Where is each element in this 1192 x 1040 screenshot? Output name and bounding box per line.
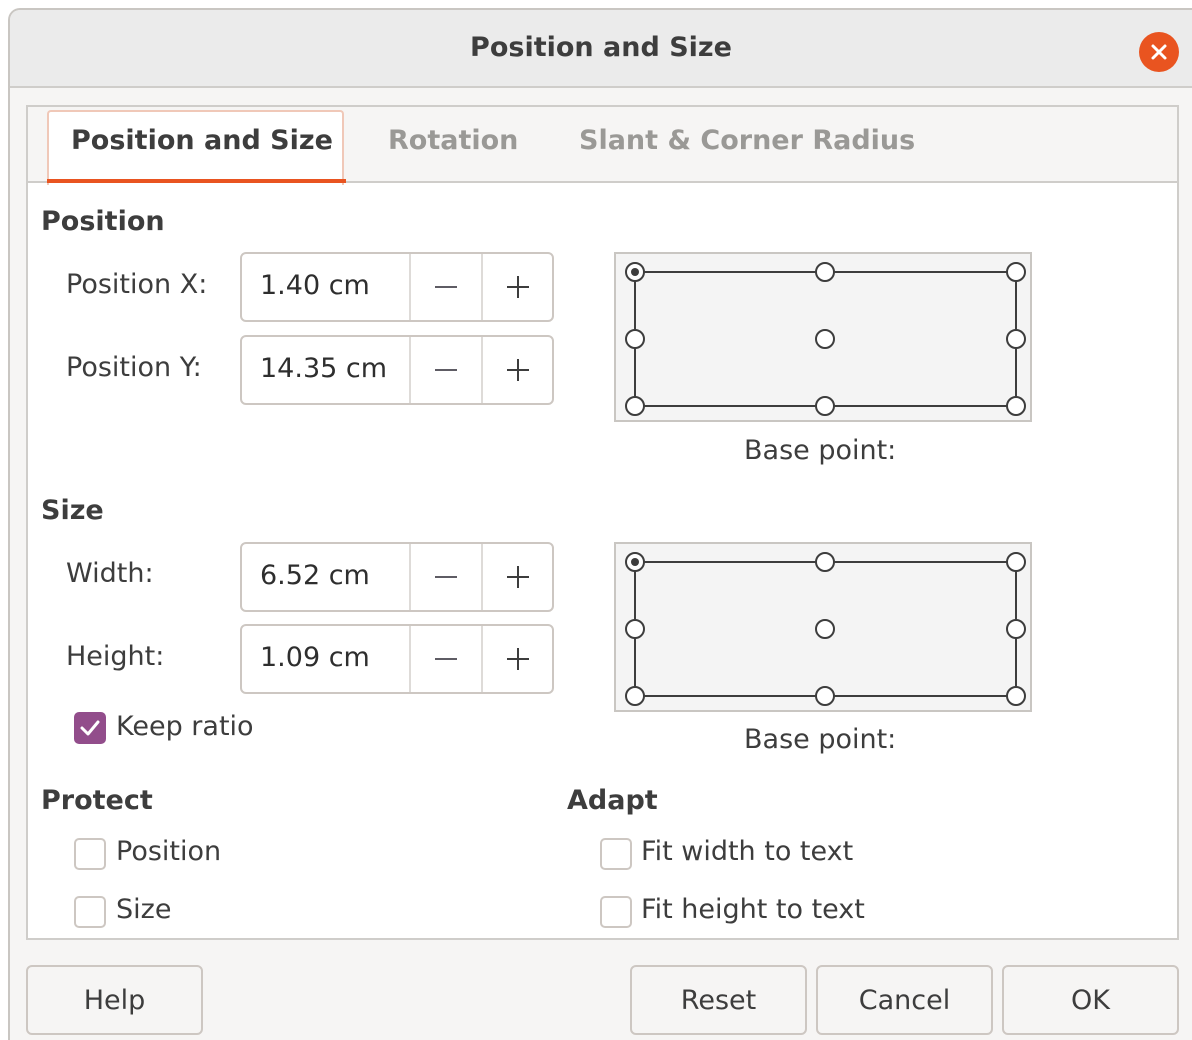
base-point-top-right[interactable] xyxy=(1006,262,1026,282)
base-point-selected-dot xyxy=(631,558,639,566)
size-base-point-label: Base point: xyxy=(744,724,897,755)
ok-button[interactable]: OK xyxy=(1002,965,1179,1035)
reset-button[interactable]: Reset xyxy=(630,965,807,1035)
base-point-top-right[interactable] xyxy=(1006,552,1026,572)
help-button[interactable]: Help xyxy=(26,965,203,1035)
fit-width-label[interactable]: Fit width to text xyxy=(641,836,853,867)
base-point-middle-right[interactable] xyxy=(1006,329,1026,349)
height-increment-button[interactable] xyxy=(481,626,553,692)
base-point-top-center[interactable] xyxy=(815,552,835,572)
position-x-increment-button[interactable] xyxy=(481,254,553,320)
base-point-middle-right[interactable] xyxy=(1006,619,1026,639)
position-x-label: Position X: xyxy=(66,269,208,300)
checkmark-icon xyxy=(80,720,100,736)
position-heading: Position xyxy=(41,206,165,237)
position-y-label: Position Y: xyxy=(66,352,202,383)
base-point-bottom-left[interactable] xyxy=(625,686,645,706)
protect-size-label[interactable]: Size xyxy=(116,894,171,925)
base-point-selected-dot xyxy=(631,268,639,276)
size-heading: Size xyxy=(41,495,104,526)
adapt-heading: Adapt xyxy=(567,785,658,816)
height-spinbox: 1.09 cm xyxy=(240,624,554,694)
fit-height-label[interactable]: Fit height to text xyxy=(641,894,865,925)
base-point-bottom-right[interactable] xyxy=(1006,396,1026,416)
base-point-center[interactable] xyxy=(815,619,835,639)
plus-icon xyxy=(507,276,529,298)
tab-position-and-size[interactable]: Position and Size xyxy=(71,125,333,156)
width-label: Width: xyxy=(66,558,154,589)
height-input[interactable]: 1.09 cm xyxy=(260,642,370,673)
active-tab-indicator xyxy=(47,179,346,183)
protect-heading: Protect xyxy=(41,785,153,816)
cancel-button[interactable]: Cancel xyxy=(816,965,993,1035)
tab-rotation[interactable]: Rotation xyxy=(388,125,518,156)
protect-size-checkbox[interactable] xyxy=(74,896,106,928)
base-point-bottom-center[interactable] xyxy=(815,396,835,416)
tab-strip: Position and Size Rotation Slant & Corne… xyxy=(28,107,1177,185)
position-x-decrement-button[interactable] xyxy=(409,254,481,320)
plus-icon xyxy=(507,648,529,670)
minus-icon xyxy=(435,576,457,578)
base-point-center[interactable] xyxy=(815,329,835,349)
height-label: Height: xyxy=(66,641,165,672)
tab-slant-corner-radius[interactable]: Slant & Corner Radius xyxy=(579,125,915,156)
position-y-decrement-button[interactable] xyxy=(409,337,481,403)
plus-icon xyxy=(507,359,529,381)
position-y-increment-button[interactable] xyxy=(481,337,553,403)
protect-position-label[interactable]: Position xyxy=(116,836,221,867)
protect-position-checkbox[interactable] xyxy=(74,838,106,870)
title-bar: Position and Size xyxy=(10,10,1192,88)
base-point-bottom-center[interactable] xyxy=(815,686,835,706)
base-point-bottom-left[interactable] xyxy=(625,396,645,416)
keep-ratio-checkbox[interactable] xyxy=(74,712,106,744)
base-point-middle-left[interactable] xyxy=(625,619,645,639)
close-icon xyxy=(1151,44,1167,60)
minus-icon xyxy=(435,286,457,288)
keep-ratio-label[interactable]: Keep ratio xyxy=(116,711,254,742)
close-button[interactable] xyxy=(1139,32,1179,72)
fit-width-checkbox[interactable] xyxy=(600,838,632,870)
plus-icon xyxy=(507,566,529,588)
position-and-size-dialog: Position and Size Position and Size Rota… xyxy=(8,8,1192,1040)
tab-notebook: Position and Size Rotation Slant & Corne… xyxy=(26,105,1179,940)
base-point-bottom-right[interactable] xyxy=(1006,686,1026,706)
dialog-title: Position and Size xyxy=(470,32,732,63)
width-input[interactable]: 6.52 cm xyxy=(260,560,370,591)
base-point-grid xyxy=(625,262,1026,416)
width-decrement-button[interactable] xyxy=(409,544,481,610)
height-decrement-button[interactable] xyxy=(409,626,481,692)
position-x-spinbox: 1.40 cm xyxy=(240,252,554,322)
position-y-input[interactable]: 14.35 cm xyxy=(260,353,387,384)
minus-icon xyxy=(435,658,457,660)
size-base-point-selector[interactable] xyxy=(614,542,1032,712)
width-spinbox: 6.52 cm xyxy=(240,542,554,612)
position-x-input[interactable]: 1.40 cm xyxy=(260,270,370,301)
base-point-grid xyxy=(625,552,1026,706)
width-increment-button[interactable] xyxy=(481,544,553,610)
base-point-top-center[interactable] xyxy=(815,262,835,282)
base-point-middle-left[interactable] xyxy=(625,329,645,349)
position-base-point-selector[interactable] xyxy=(614,252,1032,422)
minus-icon xyxy=(435,369,457,371)
position-base-point-label: Base point: xyxy=(744,435,897,466)
position-y-spinbox: 14.35 cm xyxy=(240,335,554,405)
fit-height-checkbox[interactable] xyxy=(600,896,632,928)
